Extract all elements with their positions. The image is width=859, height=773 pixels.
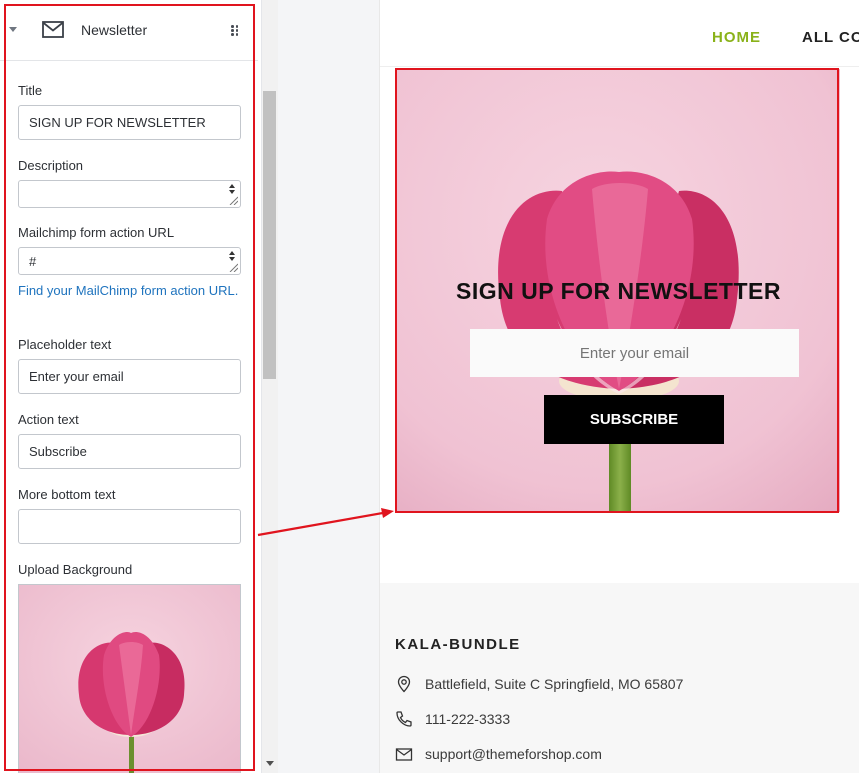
map-pin-icon bbox=[397, 675, 411, 693]
footer-email[interactable]: support@themeforshop.com bbox=[425, 746, 602, 762]
customizer-panel: Newsletter Title SIGN UP FOR NEWSLETTER … bbox=[0, 0, 262, 773]
mailchimp-help-link[interactable]: Find your MailChimp form action URL. bbox=[18, 281, 243, 300]
phone-icon bbox=[396, 711, 412, 727]
nav-home-link[interactable]: HOME bbox=[712, 29, 761, 46]
footer-email-row: support@themeforshop.com bbox=[395, 745, 602, 763]
resize-grip-icon[interactable] bbox=[229, 196, 238, 205]
resize-grip-icon[interactable] bbox=[229, 263, 238, 272]
section-title: Newsletter bbox=[81, 22, 148, 38]
footer-phone: 111-222-3333 bbox=[425, 711, 511, 727]
newsletter-title: SIGN UP FOR NEWSLETTER bbox=[456, 278, 781, 304]
mailchimp-url-textarea[interactable]: # bbox=[18, 247, 241, 275]
footer-phone-row: 111-222-3333 bbox=[395, 710, 510, 728]
description-textarea[interactable] bbox=[18, 180, 241, 208]
panel-scrollbar-thumb[interactable] bbox=[263, 91, 276, 379]
site-footer: KALA-BUNDLE Battlefield, Suite C Springf… bbox=[380, 583, 859, 773]
customizer-screen: Newsletter Title SIGN UP FOR NEWSLETTER … bbox=[0, 0, 859, 773]
title-label: Title bbox=[18, 83, 43, 98]
subscribe-button[interactable]: SUBSCRIBE bbox=[544, 395, 724, 444]
placeholder-label: Placeholder text bbox=[18, 337, 112, 352]
action-label: Action text bbox=[18, 412, 79, 427]
envelope-icon bbox=[395, 748, 413, 761]
upload-background-label: Upload Background bbox=[18, 562, 133, 577]
section-header[interactable]: Newsletter bbox=[0, 0, 258, 61]
tulip-thumbnail-image bbox=[19, 585, 240, 773]
mailchimp-url-value: # bbox=[29, 253, 37, 269]
placeholder-input[interactable]: Enter your email bbox=[18, 359, 241, 394]
envelope-icon bbox=[42, 21, 64, 38]
email-input[interactable] bbox=[470, 329, 799, 377]
footer-address-row: Battlefield, Suite C Springfield, MO 658… bbox=[395, 675, 683, 693]
site-header: HOME ALL CO bbox=[380, 0, 859, 67]
mailchimp-label: Mailchimp form action URL bbox=[18, 225, 175, 240]
background-image-thumbnail[interactable] bbox=[18, 584, 241, 773]
action-input[interactable]: Subscribe bbox=[18, 434, 241, 469]
more-bottom-input[interactable] bbox=[18, 509, 241, 544]
drag-handle-icon[interactable] bbox=[231, 25, 239, 36]
preview-gutter bbox=[278, 0, 379, 773]
footer-address: Battlefield, Suite C Springfield, MO 658… bbox=[425, 676, 684, 692]
scroll-down-arrow-icon[interactable] bbox=[266, 761, 274, 766]
site-preview: HOME ALL CO SIGN UP FOR NEWSLETTER Enter… bbox=[379, 0, 859, 773]
nav-all-collections-link[interactable]: ALL CO bbox=[802, 29, 859, 46]
description-label: Description bbox=[18, 158, 84, 173]
more-bottom-label: More bottom text bbox=[18, 487, 116, 502]
footer-brand: KALA-BUNDLE bbox=[395, 636, 521, 653]
newsletter-section: SIGN UP FOR NEWSLETTER SUBSCRIBE bbox=[397, 69, 840, 512]
title-input[interactable]: SIGN UP FOR NEWSLETTER bbox=[18, 105, 241, 140]
caret-down-icon[interactable] bbox=[9, 27, 17, 32]
